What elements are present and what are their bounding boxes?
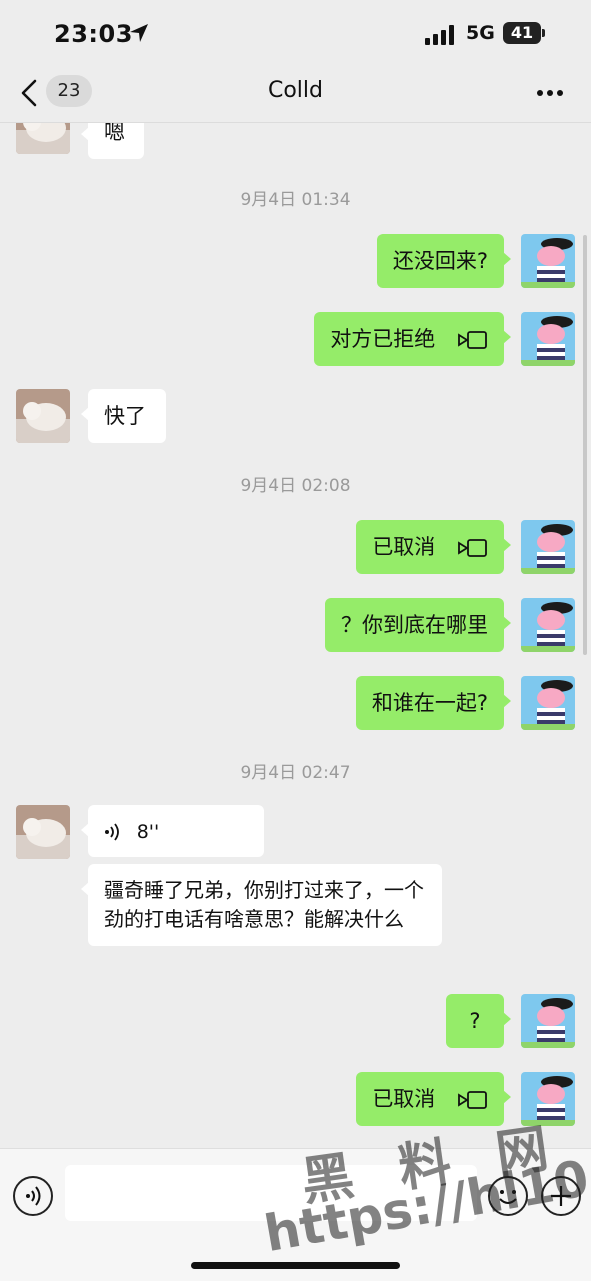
- voice-duration: 8'': [136, 821, 160, 843]
- video-call-icon: [458, 331, 487, 349]
- message-text: 已取消: [372, 535, 436, 559]
- call-record-bubble[interactable]: 对方已拒绝: [314, 312, 511, 366]
- message-text: 还没回来?: [392, 249, 488, 273]
- battery-icon: 41: [503, 22, 541, 44]
- battery-cap: [542, 29, 545, 37]
- status-bar: 23:03 5G 41: [0, 0, 591, 70]
- message-text: 和谁在一起?: [371, 691, 488, 715]
- message-bubble-outgoing[interactable]: 还没回来?: [376, 234, 512, 288]
- message-text: 对方已拒绝: [330, 327, 436, 351]
- call-record-bubble[interactable]: 已取消: [356, 520, 511, 574]
- location-arrow-icon: [130, 24, 148, 42]
- message-bubble-outgoing[interactable]: 和谁在一起?: [355, 676, 512, 730]
- message-list[interactable]: 嗯 9月4日 01:34 还没回来? 对方已拒绝 快了 9月4日 02:08 已…: [0, 123, 591, 1148]
- video-call-icon: [458, 539, 487, 557]
- contact-avatar[interactable]: [16, 123, 70, 154]
- my-avatar[interactable]: [521, 676, 575, 730]
- message-text: ?: [469, 1009, 481, 1033]
- my-avatar[interactable]: [521, 234, 575, 288]
- chat-header: 23 Colld: [0, 70, 591, 123]
- my-avatar[interactable]: [521, 312, 575, 366]
- voice-wave-icon: [105, 823, 119, 841]
- home-indicator[interactable]: [191, 1262, 400, 1269]
- message-text: 快了: [104, 404, 146, 428]
- my-avatar[interactable]: [521, 994, 575, 1048]
- message-bubble-outgoing[interactable]: ?: [446, 994, 511, 1048]
- video-call-icon: [458, 1091, 487, 1109]
- message-bubble-incoming[interactable]: 嗯: [81, 123, 144, 159]
- voice-message-bubble[interactable]: 8'': [81, 805, 264, 857]
- more-dots-icon[interactable]: [536, 88, 564, 98]
- message-bubble-incoming[interactable]: 快了: [81, 389, 166, 443]
- message-timestamp: 9月4日 02:08: [240, 476, 351, 496]
- chat-title: Colld: [267, 78, 323, 103]
- my-avatar[interactable]: [521, 520, 575, 574]
- signal-bars-icon: [425, 25, 454, 45]
- message-text: ？你到底在哪里: [341, 613, 488, 637]
- contact-avatar[interactable]: [16, 805, 70, 859]
- message-timestamp: 9月4日 01:34: [240, 190, 351, 210]
- my-avatar[interactable]: [521, 598, 575, 652]
- message-timestamp: 9月4日 02:47: [240, 763, 351, 783]
- status-time: 23:03: [54, 20, 133, 48]
- contact-avatar[interactable]: [16, 389, 70, 443]
- message-text: 疆奇睡了兄弟，你别打过来了，一个劲的打电话有啥意思？能解决什么: [104, 878, 424, 931]
- network-label: 5G: [466, 22, 495, 44]
- scrollbar[interactable]: [583, 235, 587, 655]
- voice-icon[interactable]: [13, 1176, 53, 1216]
- message-text: 嗯: [104, 123, 125, 144]
- message-text: 已取消: [372, 1087, 436, 1111]
- message-bubble-incoming[interactable]: 疆奇睡了兄弟，你别打过来了，一个劲的打电话有啥意思？能解决什么: [81, 864, 442, 946]
- message-bubble-outgoing[interactable]: ？你到底在哪里: [325, 598, 511, 652]
